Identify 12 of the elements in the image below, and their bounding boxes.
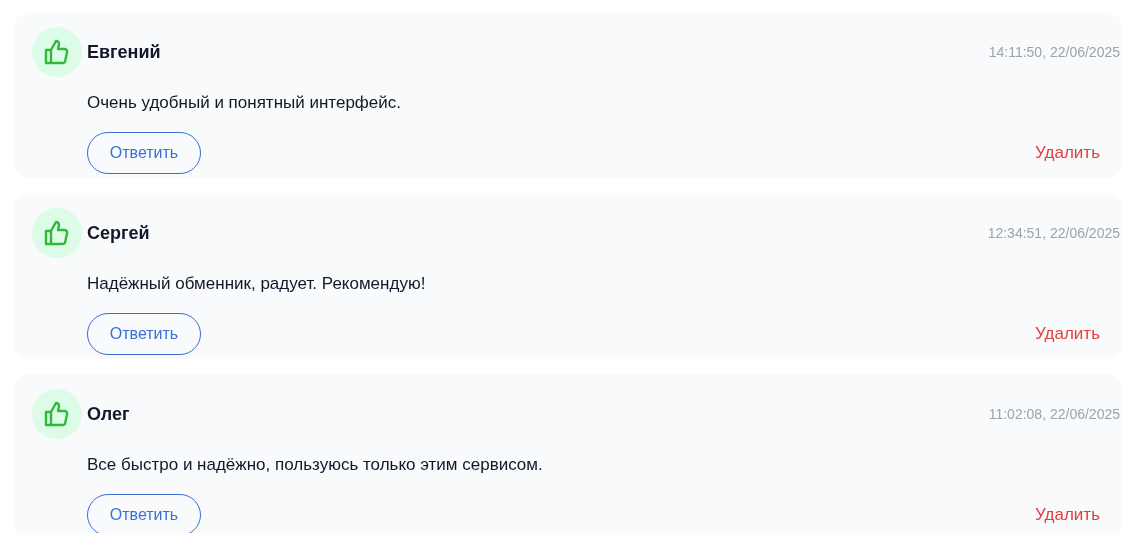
author-name: Евгений xyxy=(87,41,162,63)
delete-link[interactable]: Удалить xyxy=(1035,505,1100,525)
review-text: Надёжный обменник, радует. Рекомендую! xyxy=(87,273,427,295)
author-name: Олег xyxy=(87,403,131,425)
timestamp: 11:02:08, 22/06/2025 xyxy=(988,406,1120,422)
review-text: Все быстро и надёжно, пользуюсь только этим сервисом. xyxy=(87,454,544,476)
delete-link[interactable]: Удалить xyxy=(1035,143,1100,163)
timestamp: 12:34:51, 22/06/2025 xyxy=(987,225,1120,241)
delete-link[interactable]: Удалить xyxy=(1035,324,1100,344)
author-name: Сергей xyxy=(87,222,151,244)
timestamp: 14:11:50, 22/06/2025 xyxy=(988,44,1120,60)
review-text: Очень удобный и понятный интерфейс. xyxy=(87,92,402,114)
